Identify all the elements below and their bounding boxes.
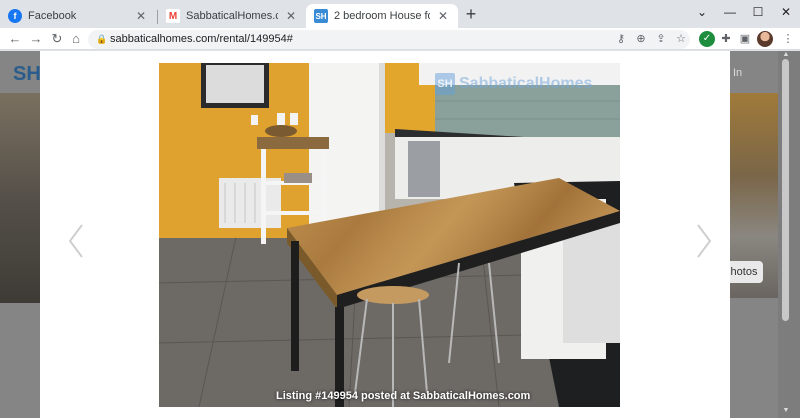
tab-gmail[interactable]: M SabbaticalHomes.com/Listing/D ✕	[158, 4, 306, 28]
sabbaticalhomes-icon: SH	[314, 9, 328, 23]
background-photo	[0, 93, 40, 303]
sign-in-link[interactable]: In	[733, 67, 742, 79]
chevron-down-icon[interactable]: ⌄	[688, 2, 716, 22]
previous-photo-arrow-icon[interactable]	[66, 221, 86, 261]
scroll-up-icon[interactable]: ▲	[781, 51, 791, 58]
page-content: SH In hotos ▲ ▼ SH SabbaticalHomes	[0, 51, 800, 418]
gmail-icon: M	[166, 9, 180, 23]
bookmark-star-icon[interactable]: ☆	[674, 32, 688, 46]
watermark-logo: SH	[435, 73, 455, 95]
close-icon[interactable]: ✕	[284, 9, 298, 23]
background-left: SH	[0, 51, 41, 418]
next-photo-arrow-icon[interactable]	[694, 221, 714, 261]
minimize-icon[interactable]: —	[716, 2, 744, 22]
address-bar[interactable]: 🔒 sabbaticalhomes.com/rental/149954# ⚷ ⊕…	[88, 30, 690, 49]
photo-lightbox: SH SabbaticalHomes	[40, 51, 730, 418]
tab-title: 2 bedroom House for rent in Ma	[334, 10, 430, 22]
tab-sabbaticalhomes[interactable]: SH 2 bedroom House for rent in Ma ✕	[306, 4, 458, 28]
tab-strip: f Facebook ✕ M SabbaticalHomes.com/Listi…	[0, 0, 800, 28]
zoom-icon[interactable]: ⊕	[634, 32, 648, 46]
tab-title: SabbaticalHomes.com/Listing/D	[186, 10, 278, 22]
maximize-icon[interactable]: ☐	[744, 2, 772, 22]
window-close-icon[interactable]: ✕	[772, 2, 800, 22]
site-logo[interactable]: SH	[13, 63, 41, 86]
listing-photo: SH SabbaticalHomes	[159, 63, 620, 407]
lock-icon[interactable]: 🔒	[96, 33, 108, 45]
key-icon[interactable]: ⚷	[614, 32, 628, 46]
close-icon[interactable]: ✕	[436, 9, 450, 23]
menu-kebab-icon[interactable]: ⋮	[780, 31, 796, 47]
close-icon[interactable]: ✕	[134, 9, 148, 23]
url-text[interactable]: sabbaticalhomes.com/rental/149954#	[110, 33, 293, 45]
photo-caption: Listing #149954 posted at SabbaticalHome…	[276, 390, 531, 402]
side-panel-icon[interactable]: ▣	[737, 31, 753, 47]
browser-toolbar: ← → ↻ ⌂ 🔒 sabbaticalhomes.com/rental/149…	[0, 28, 800, 50]
scrollbar-thumb[interactable]	[782, 59, 789, 321]
profile-avatar[interactable]	[757, 31, 773, 47]
page-scrollbar[interactable]: ▲ ▼	[778, 51, 800, 418]
tab-facebook[interactable]: f Facebook ✕	[0, 4, 156, 28]
scroll-down-icon[interactable]: ▼	[781, 407, 791, 414]
forward-icon[interactable]: →	[27, 30, 45, 48]
reload-icon[interactable]: ↻	[48, 30, 66, 48]
home-icon[interactable]: ⌂	[67, 30, 85, 48]
share-icon[interactable]: ⇪	[654, 32, 668, 46]
tab-title: Facebook	[28, 10, 77, 22]
facebook-icon: f	[8, 9, 22, 23]
back-icon[interactable]: ←	[6, 30, 24, 48]
new-tab-button[interactable]: +	[462, 5, 480, 24]
photos-button[interactable]: hotos	[725, 261, 763, 283]
extension-check-icon[interactable]: ✓	[699, 31, 715, 47]
extensions-puzzle-icon[interactable]: ✚	[718, 31, 734, 47]
watermark-text: SabbaticalHomes	[459, 75, 593, 92]
